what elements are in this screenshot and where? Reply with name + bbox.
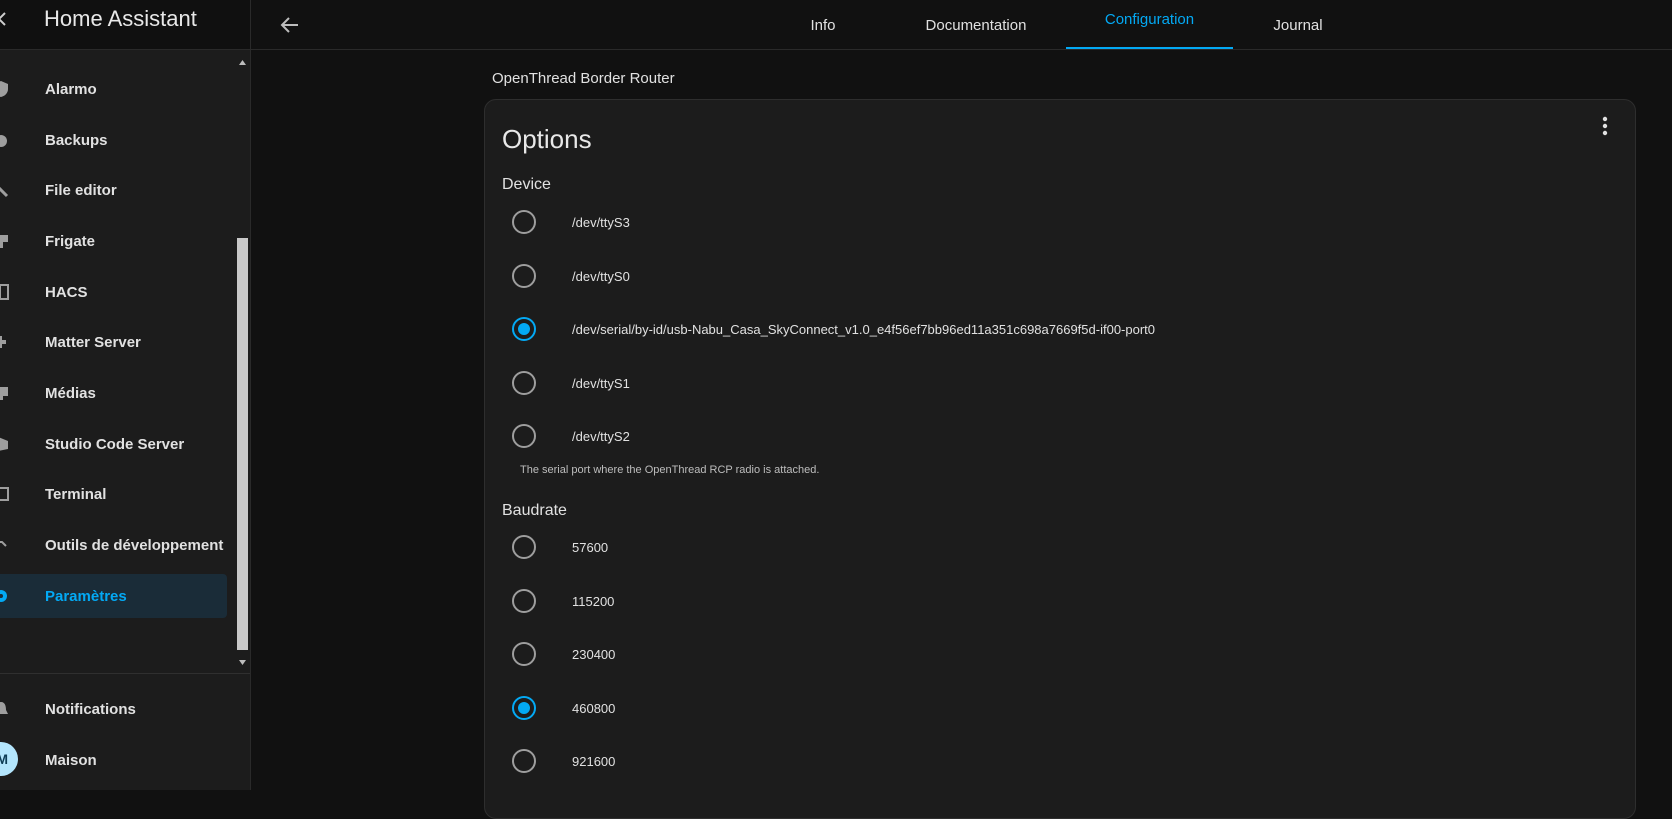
sidebar: Home Assistant Alarmo Backups File edito… (0, 0, 251, 790)
cloud-icon (0, 131, 10, 149)
bell-icon (0, 700, 10, 718)
sidebar-item-label: Frigate (45, 232, 96, 250)
sidebar-item-parametres[interactable]: Paramètres (0, 574, 227, 618)
sidebar-item-label: Alarmo (45, 80, 97, 98)
sidebar-item-studio-code-server[interactable]: Studio Code Server (0, 422, 227, 466)
puzzle-icon (0, 333, 10, 351)
media-icon (0, 384, 10, 402)
device-option[interactable]: /dev/serial/by-id/usb-Nabu_Casa_SkyConne… (512, 314, 1512, 344)
sidebar-scrollbar[interactable] (235, 50, 250, 665)
sidebar-item-label: Terminal (45, 485, 107, 503)
device-option-label: /dev/serial/by-id/usb-Nabu_Casa_SkyConne… (572, 321, 1156, 337)
baudrate-option-label: 57600 (572, 539, 609, 555)
wrench-icon (0, 181, 10, 199)
app-title: Home Assistant (44, 6, 197, 31)
radio-button[interactable] (512, 589, 536, 613)
sidebar-item-medias[interactable]: Médias (0, 371, 227, 415)
sidebar-item-label: HACS (45, 283, 88, 301)
baudrate-option-label: 230400 (572, 646, 616, 662)
baudrate-option-label: 115200 (572, 593, 615, 609)
baudrate-label: Baudrate (502, 502, 567, 519)
sidebar-item-notifications[interactable]: Notifications (0, 687, 235, 731)
sidebar-item-label: Médias (45, 384, 96, 402)
scrollbar-thumb[interactable] (237, 238, 248, 650)
device-option[interactable]: /dev/ttyS1 (512, 368, 1512, 398)
device-option-label: /dev/ttyS1 (572, 375, 630, 391)
baudrate-option[interactable]: 57600 (512, 532, 1512, 562)
baudrate-option[interactable]: 230400 (512, 639, 1512, 669)
scroll-up-arrow-icon[interactable] (238, 54, 247, 65)
device-option-label: /dev/ttyS0 (572, 268, 630, 284)
sidebar-item-terminal[interactable]: Terminal (0, 472, 227, 516)
hacs-icon (0, 283, 10, 301)
sidebar-item-label: Outils de développement (45, 536, 224, 554)
addon-name: OpenThread Border Router (492, 70, 675, 87)
sidebar-item-label: Backups (45, 131, 108, 149)
active-tab-indicator (1066, 47, 1233, 49)
hammer-icon (0, 536, 10, 554)
sidebar-item-maison[interactable]: Maison (0, 738, 235, 782)
radio-button[interactable] (512, 264, 536, 288)
terminal-icon (0, 485, 10, 503)
device-option-label: /dev/ttyS2 (572, 428, 630, 444)
sidebar-item-label: Matter Server (45, 333, 141, 351)
arrow-left-icon (280, 17, 298, 33)
baudrate-option-label: 921600 (572, 753, 616, 769)
sidebar-item-label: Studio Code Server (45, 435, 185, 453)
shield-icon (0, 80, 10, 98)
sidebar-item-matter-server[interactable]: Matter Server (0, 320, 227, 364)
radio-button[interactable] (512, 749, 536, 773)
device-option[interactable]: /dev/ttyS3 (512, 207, 1512, 237)
card-title: Options (502, 124, 592, 154)
baudrate-option[interactable]: 460800 (512, 693, 1512, 723)
baudrate-option[interactable]: 115200 (512, 586, 1512, 616)
device-helper-text: The serial port where the OpenThread RCP… (520, 464, 820, 476)
sidebar-list: Alarmo Backups File editor Frigate HACS … (0, 50, 235, 665)
radio-button[interactable] (512, 535, 536, 559)
sidebar-item-outils-de-developpement[interactable]: Outils de développement (0, 523, 227, 567)
tab-configuration[interactable]: Configuration (1066, 0, 1233, 38)
sidebar-item-backups[interactable]: Backups (0, 118, 227, 162)
radio-button-checked[interactable] (512, 696, 536, 720)
menu-toggle-icon[interactable] (0, 10, 12, 28)
cctv-icon (0, 232, 10, 250)
sidebar-item-frigate[interactable]: Frigate (0, 219, 227, 263)
baudrate-option-label: 460800 (572, 700, 616, 716)
sidebar-divider (0, 673, 250, 674)
tab-journal[interactable]: Journal (1258, 0, 1338, 50)
device-option-label: /dev/ttyS3 (572, 214, 630, 230)
sidebar-item-label: File editor (45, 181, 117, 199)
cog-icon (0, 587, 10, 605)
sidebar-item-label: Notifications (45, 700, 136, 718)
tab-info[interactable]: Info (791, 0, 855, 50)
sidebar-item-hacs[interactable]: HACS (0, 270, 227, 314)
radio-button-checked[interactable] (512, 317, 536, 341)
sidebar-header: Home Assistant (0, 0, 250, 50)
radio-button[interactable] (512, 642, 536, 666)
radio-button[interactable] (512, 371, 536, 395)
sidebar-item-file-editor[interactable]: File editor (0, 168, 227, 212)
baudrate-option[interactable]: 921600 (512, 746, 1512, 776)
radio-button[interactable] (512, 210, 536, 234)
scroll-down-arrow-icon[interactable] (238, 654, 247, 665)
topbar: Info Documentation Configuration Journal (251, 0, 1672, 50)
sidebar-item-label: Maison (45, 751, 97, 769)
sidebar-item-label: Paramètres (45, 587, 127, 605)
sidebar-item-alarmo[interactable]: Alarmo (0, 67, 227, 111)
device-option[interactable]: /dev/ttyS0 (512, 261, 1512, 291)
radio-button[interactable] (512, 424, 536, 448)
back-button[interactable] (273, 8, 307, 42)
device-label: Device (502, 176, 551, 193)
code-icon (0, 435, 10, 453)
more-options-icon[interactable] (1595, 114, 1615, 138)
device-option[interactable]: /dev/ttyS2 (512, 421, 1512, 451)
tab-documentation[interactable]: Documentation (905, 0, 1047, 50)
